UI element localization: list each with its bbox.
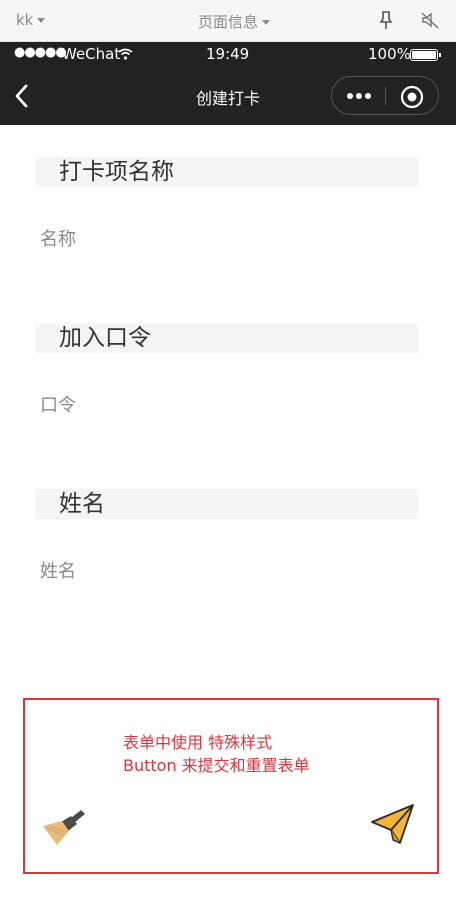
chevron-down-icon <box>262 20 271 25</box>
navigation-bar: 创建打卡 <box>0 68 456 125</box>
account-name: kk <box>16 11 34 29</box>
battery-percentage: 100% <box>368 45 411 63</box>
fullname-input[interactable] <box>40 556 410 586</box>
note-line-2: Button 来提交和重置表单 <box>123 756 310 775</box>
section-header-passcode: 加入口令 <box>35 323 418 353</box>
menu-capsule <box>331 76 439 115</box>
signal-indicator: ●●●●● <box>14 45 67 60</box>
carrier-label: WeChat <box>62 45 121 63</box>
wifi-icon <box>118 48 133 60</box>
status-time: 19:49 <box>206 45 250 63</box>
paper-plane-icon[interactable] <box>370 802 416 848</box>
page-info-label: 页面信息 <box>198 13 259 31</box>
name-input[interactable] <box>40 224 410 254</box>
mute-icon[interactable] <box>420 10 440 30</box>
pin-icon[interactable] <box>378 10 394 30</box>
broom-icon[interactable] <box>41 804 89 848</box>
capsule-divider <box>385 86 386 106</box>
devtools-bar: kk 页面信息 <box>0 0 456 42</box>
page-info-dropdown[interactable]: 页面信息 <box>198 11 271 32</box>
form-actions-note: 表单中使用 特殊样式 Button 来提交和重置表单 <box>123 731 310 777</box>
status-bar: ●●●●● WeChat 19:49 100% <box>0 42 456 68</box>
passcode-input[interactable] <box>40 390 410 420</box>
form-actions-box: 表单中使用 特殊样式 Button 来提交和重置表单 <box>23 698 439 874</box>
battery-icon <box>410 49 441 61</box>
note-line-1: 表单中使用 特殊样式 <box>123 733 273 752</box>
section-header-fullname: 姓名 <box>35 489 418 519</box>
more-dots-icon[interactable] <box>345 88 373 104</box>
close-miniprogram-icon[interactable] <box>400 85 424 109</box>
account-dropdown[interactable]: kk <box>16 11 46 29</box>
chevron-down-icon <box>37 18 46 23</box>
section-header-name: 打卡项名称 <box>35 157 418 187</box>
